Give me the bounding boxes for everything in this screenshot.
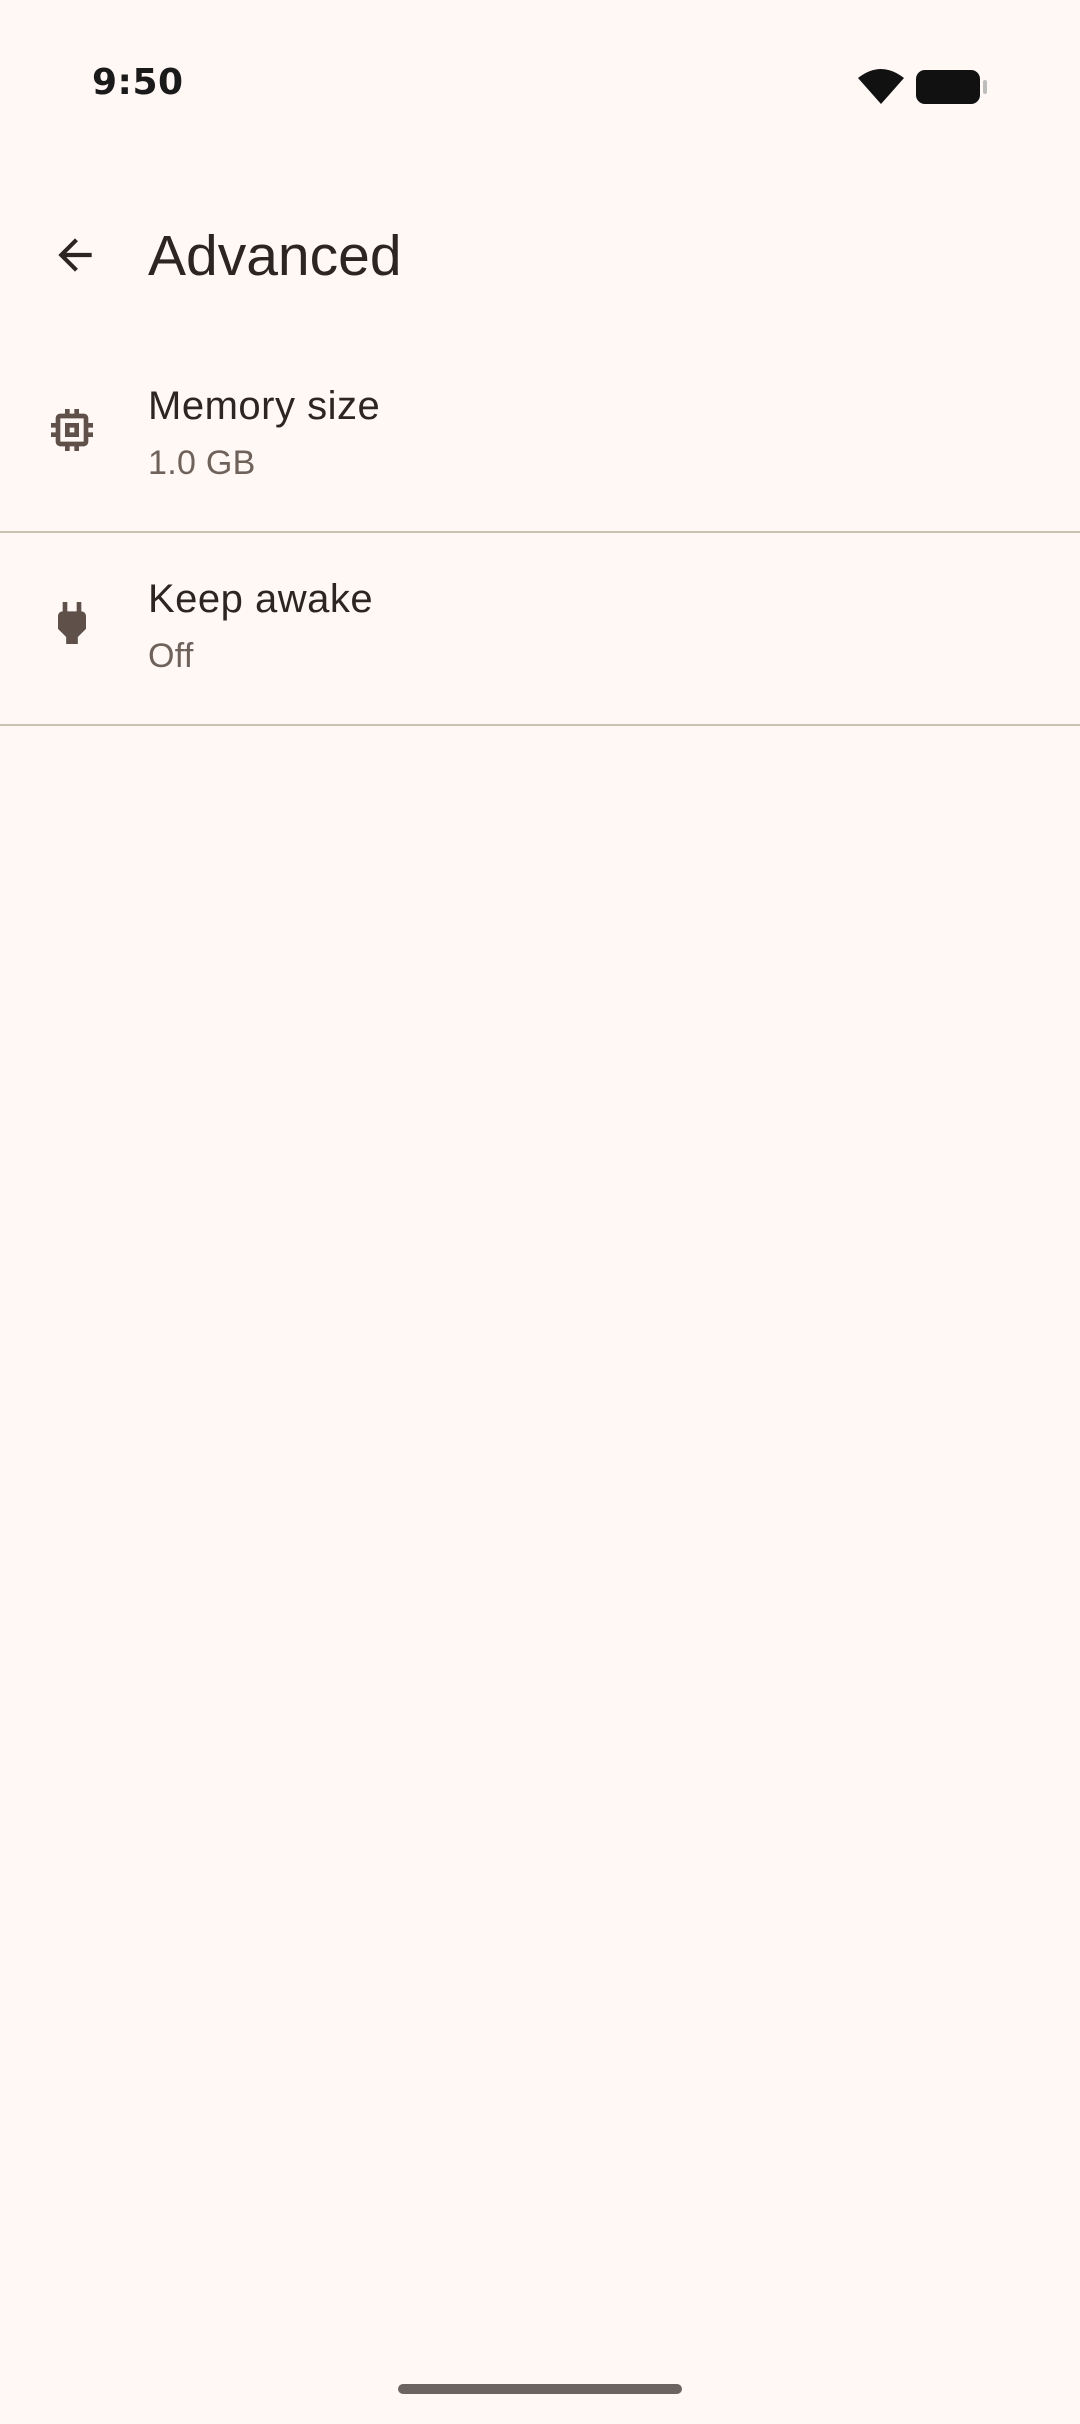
page-title: Advanced (148, 224, 402, 288)
status-bar: 9:50 (0, 0, 1080, 150)
top-app-bar: Advanced (0, 190, 1080, 325)
settings-list: Memory size 1.0 GB Keep awake Off (0, 340, 1080, 726)
battery-icon (916, 68, 990, 106)
power-plug-icon (44, 595, 100, 651)
setting-title: Keep awake (148, 577, 374, 621)
setting-value: Off (148, 637, 194, 675)
setting-title: Memory size (148, 384, 381, 428)
setting-value: 1.0 GB (148, 444, 256, 482)
status-time: 9:50 (92, 62, 184, 103)
arrow-back-icon (50, 230, 100, 285)
back-button[interactable] (30, 212, 120, 302)
setting-memory-size[interactable]: Memory size 1.0 GB (0, 340, 1080, 533)
wifi-icon (856, 66, 906, 106)
memory-chip-icon (44, 402, 100, 458)
setting-keep-awake[interactable]: Keep awake Off (0, 533, 1080, 726)
gesture-nav-handle[interactable] (398, 2384, 682, 2394)
